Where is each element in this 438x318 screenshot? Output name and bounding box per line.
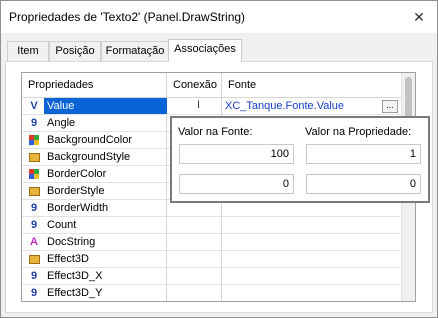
property-name: BackgroundColor — [47, 134, 132, 146]
text-cursor-icon: I — [197, 99, 201, 111]
property-row-value[interactable]: V Value I XC_Tanque.Fonte.Value... — [22, 98, 402, 115]
grid-header: Propriedades Conexão Fonte — [22, 73, 415, 98]
property-cell[interactable]: BorderColor — [22, 166, 167, 183]
value-mapping-popup: Valor na Fonte: Valor na Propriedade: 10… — [170, 116, 430, 203]
tab-associacoes[interactable]: Associações — [168, 39, 242, 62]
property-value-label: Valor na Propriedade: — [305, 126, 412, 138]
source-value-label: Valor na Fonte: — [178, 126, 253, 138]
source-cell[interactable] — [222, 268, 402, 285]
property-value-field-1[interactable]: 1 — [306, 144, 421, 164]
title-bar: Propriedades de 'Texto2' (Panel.DrawStri… — [1, 1, 437, 33]
source-link[interactable]: XC_Tanque.Fonte.Value — [225, 98, 344, 114]
connection-cell[interactable] — [167, 217, 222, 234]
property-row-effect3d-x[interactable]: 9 Effect3D_X — [22, 268, 402, 285]
number-icon: 9 — [30, 117, 38, 129]
property-cell[interactable]: BackgroundStyle — [22, 149, 167, 166]
close-button[interactable]: ✕ — [411, 9, 427, 25]
property-row-count[interactable]: 9 Count — [22, 217, 402, 234]
property-name: BorderColor — [47, 168, 107, 180]
number-icon: 9 — [30, 287, 38, 299]
number-icon: 9 — [30, 202, 38, 214]
connection-cell[interactable] — [167, 285, 222, 301]
source-cell[interactable] — [222, 285, 402, 301]
value-icon: V — [30, 100, 38, 112]
property-name: DocString — [47, 236, 96, 248]
source-value-field-2[interactable]: 0 — [179, 174, 294, 194]
connection-cell[interactable] — [167, 234, 222, 251]
browse-button[interactable]: ... — [382, 100, 398, 113]
property-cell[interactable]: 9 Effect3D_Y — [22, 285, 167, 301]
property-name: Count — [47, 219, 77, 231]
property-cell[interactable]: V Value — [22, 98, 167, 115]
color-icon — [27, 167, 41, 181]
text-icon: A — [30, 236, 38, 248]
property-row-docstring[interactable]: A DocString — [22, 234, 402, 251]
header-conexao[interactable]: Conexão — [167, 73, 222, 97]
tab-strip: Item Posição Formatação Associações — [5, 39, 435, 62]
property-row-effect3d[interactable]: Effect3D — [22, 251, 402, 268]
property-cell[interactable]: A DocString — [22, 234, 167, 251]
source-cell[interactable] — [222, 234, 402, 251]
property-value-field-2[interactable]: 0 — [306, 174, 421, 194]
property-name: Effect3D_Y — [47, 287, 103, 299]
property-name: Effect3D_X — [47, 270, 103, 282]
header-fonte[interactable]: Fonte — [222, 73, 402, 97]
style-icon — [27, 150, 41, 164]
style-icon — [27, 184, 41, 198]
property-name: BorderStyle — [47, 185, 105, 197]
property-cell[interactable]: BorderStyle — [22, 183, 167, 200]
color-icon — [27, 133, 41, 147]
property-name: BackgroundStyle — [47, 151, 131, 163]
property-cell[interactable]: 9 Angle — [22, 115, 167, 132]
source-cell[interactable] — [222, 251, 402, 268]
property-row-effect3d-y[interactable]: 9 Effect3D_Y — [22, 285, 402, 301]
connection-cell[interactable] — [167, 251, 222, 268]
property-cell[interactable]: 9 BorderWidth — [22, 200, 167, 217]
property-name: Value — [44, 98, 167, 114]
connection-cell[interactable] — [167, 268, 222, 285]
tab-posicao[interactable]: Posição — [49, 41, 101, 61]
property-cell[interactable]: Effect3D — [22, 251, 167, 268]
header-propriedades[interactable]: Propriedades — [22, 73, 167, 97]
number-icon: 9 — [30, 270, 38, 282]
property-cell[interactable]: BackgroundColor — [22, 132, 167, 149]
number-icon: 9 — [30, 219, 38, 231]
property-name: Angle — [47, 117, 76, 129]
source-cell[interactable] — [222, 217, 402, 234]
source-cell[interactable]: XC_Tanque.Fonte.Value... — [222, 98, 402, 115]
source-value-field-1[interactable]: 100 — [179, 144, 294, 164]
connection-cell[interactable]: I — [167, 98, 222, 115]
window-title: Propriedades de 'Texto2' (Panel.DrawStri… — [9, 10, 246, 24]
property-name: BorderWidth — [47, 202, 109, 214]
tab-item[interactable]: Item — [7, 41, 49, 61]
property-cell[interactable]: 9 Count — [22, 217, 167, 234]
tab-formatacao[interactable]: Formatação — [101, 41, 169, 61]
style-icon — [27, 252, 41, 266]
property-cell[interactable]: 9 Effect3D_X — [22, 268, 167, 285]
property-name: Effect3D — [47, 253, 89, 265]
